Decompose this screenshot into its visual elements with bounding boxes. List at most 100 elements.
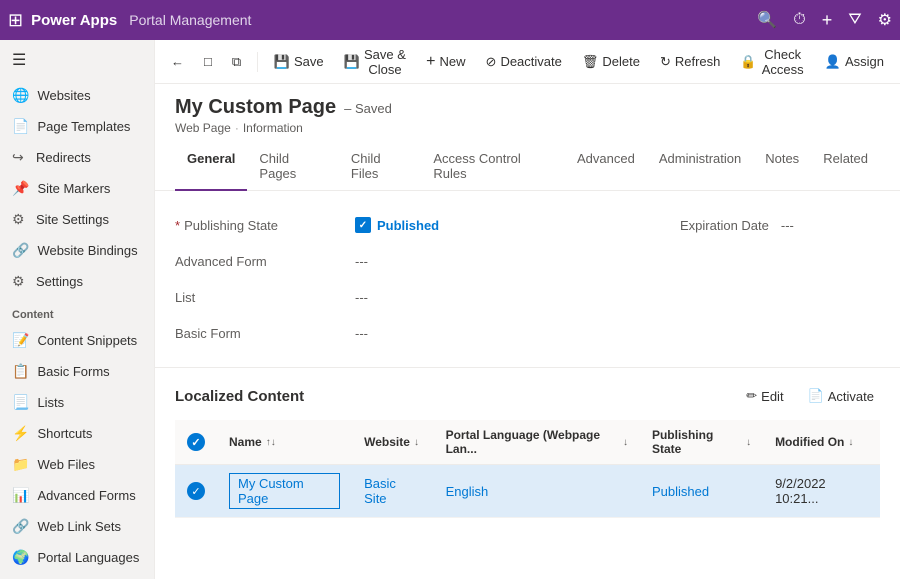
edit-icon: ✏ <box>746 388 757 404</box>
site-markers-icon: 📌 <box>12 180 29 197</box>
row-check-cell[interactable]: ✓ <box>175 465 217 518</box>
table-row[interactable]: ✓ My Custom Page Basic Site <box>175 465 880 518</box>
check-access-icon: 🔒 <box>740 54 756 70</box>
new-window-button[interactable]: ⧉ <box>224 50 249 74</box>
advanced-forms-icon: 📊 <box>12 487 29 504</box>
tab-administration[interactable]: Administration <box>647 143 753 191</box>
subtitle-type: Web Page <box>175 121 231 135</box>
th-website[interactable]: Website ↓ <box>352 420 433 465</box>
tab-advanced[interactable]: Advanced <box>565 143 647 191</box>
new-icon: + <box>426 53 435 71</box>
deactivate-button[interactable]: ⊘ Deactivate <box>478 50 570 74</box>
list-label: List <box>175 290 355 305</box>
save-close-button[interactable]: 💾 Save & Close <box>336 43 415 81</box>
th-name[interactable]: Name ↑↓ <box>217 420 352 465</box>
expiration-section: Expiration Date --- <box>680 218 880 233</box>
select-all-check[interactable]: ✓ <box>187 433 205 451</box>
check-access-button[interactable]: 🔒 Check Access <box>732 43 812 81</box>
tab-child-pages[interactable]: Child Pages <box>247 143 339 191</box>
settings-icon[interactable]: ⚙ <box>878 10 892 30</box>
localized-title: Localized Content <box>175 388 740 405</box>
th-publishing-state[interactable]: Publishing State ↓ <box>640 420 763 465</box>
hamburger-icon[interactable]: ☰ <box>0 40 154 80</box>
sidebar-item-portal-languages[interactable]: 🌍 Portal Languages <box>0 542 154 573</box>
tab-access-control[interactable]: Access Control Rules <box>421 143 565 191</box>
advanced-form-value: --- <box>355 254 880 269</box>
website-sort-icon: ↓ <box>414 437 419 448</box>
sidebar-item-page-templates[interactable]: 📄 Page Templates <box>0 111 154 142</box>
sidebar-item-advanced-forms[interactable]: 📊 Advanced Forms <box>0 480 154 511</box>
top-bar: ⊞ Power Apps Portal Management 🔍 ⏱ + ⛛ ⚙ <box>0 0 900 40</box>
sidebar-item-web-files[interactable]: 📁 Web Files <box>0 449 154 480</box>
tab-general[interactable]: General <box>175 143 247 191</box>
basic-form-value: --- <box>355 326 880 341</box>
sidebar-item-site-markers[interactable]: 📌 Site Markers <box>0 173 154 204</box>
activate-icon: 📄 <box>808 388 824 404</box>
th-portal-language[interactable]: Portal Language (Webpage Lan... ↓ <box>434 420 640 465</box>
published-badge[interactable]: ✓ Published <box>355 217 680 233</box>
basic-form-row: Basic Form --- <box>175 315 880 351</box>
add-icon[interactable]: + <box>822 10 833 31</box>
row-modified-cell: 9/2/2022 10:21... <box>763 465 880 518</box>
deactivate-icon: ⊘ <box>486 54 497 70</box>
tab-child-files[interactable]: Child Files <box>339 143 421 191</box>
sidebar-item-lists[interactable]: 📃 Lists <box>0 387 154 418</box>
back-icon: ← <box>171 54 184 69</box>
lists-icon: 📃 <box>12 394 29 411</box>
publishing-state-row: * Publishing State ✓ Published Expiratio… <box>175 207 880 243</box>
sidebar-item-web-link-sets[interactable]: 🔗 Web Link Sets <box>0 511 154 542</box>
list-value: --- <box>355 290 880 305</box>
shortcuts-icon: ⚡ <box>12 425 29 442</box>
sidebar-item-label: Site Markers <box>37 181 110 196</box>
th-modified-on[interactable]: Modified On ↓ <box>763 420 880 465</box>
refresh-icon: ↻ <box>660 54 671 70</box>
sidebar-item-web-pages[interactable]: 📄 Web Pages <box>0 573 154 579</box>
page-view-button[interactable]: □ <box>196 50 220 73</box>
new-window-icon: ⧉ <box>232 54 241 70</box>
th-check[interactable]: ✓ <box>175 420 217 465</box>
page-subtitle: Web Page · Information <box>175 121 880 135</box>
row-check-icon[interactable]: ✓ <box>187 482 205 500</box>
tabs: General Child Pages Child Files Access C… <box>155 143 900 191</box>
page-view-icon: □ <box>204 54 212 69</box>
edit-button[interactable]: ✏ Edit <box>740 384 789 408</box>
sidebar-item-site-settings[interactable]: ⚙ Site Settings <box>0 204 154 235</box>
activate-button[interactable]: 📄 Activate <box>802 384 880 408</box>
list-dash: --- <box>355 290 368 305</box>
refresh-icon[interactable]: ⏱ <box>793 11 805 29</box>
sidebar-item-websites[interactable]: 🌐 Websites <box>0 80 154 111</box>
back-button[interactable]: ← <box>163 50 192 73</box>
tab-related[interactable]: Related <box>811 143 880 191</box>
assign-button[interactable]: 👤 Assign <box>817 50 892 74</box>
row-name-link[interactable]: My Custom Page <box>238 476 304 506</box>
page-title: My Custom Page <box>175 96 336 119</box>
sidebar-item-content-snippets[interactable]: 📝 Content Snippets <box>0 325 154 356</box>
sidebar-item-basic-forms[interactable]: 📋 Basic Forms <box>0 356 154 387</box>
filter-icon[interactable]: ⛛ <box>848 11 861 29</box>
publishing-state-label: * Publishing State <box>175 218 355 233</box>
view-label[interactable]: Information <box>243 121 303 135</box>
sidebar-item-settings[interactable]: ⚙ Settings <box>0 266 154 297</box>
save-close-icon: 💾 <box>344 54 360 70</box>
save-button[interactable]: 💾 Save <box>266 50 332 74</box>
main-content: ← □ ⧉ 💾 Save 💾 Save & Close + New ⊘ <box>155 40 900 579</box>
refresh-button[interactable]: ↻ Refresh <box>652 50 728 74</box>
saved-label: – Saved <box>344 101 392 116</box>
localized-table: ✓ Name ↑↓ Website <box>175 420 880 518</box>
content-area: * Publishing State ✓ Published Expiratio… <box>155 191 900 579</box>
grid-icon[interactable]: ⊞ <box>8 10 23 31</box>
sidebar-item-label: Site Settings <box>36 212 109 227</box>
row-website-link[interactable]: Basic Site <box>364 476 396 506</box>
search-icon[interactable]: 🔍 <box>757 10 777 30</box>
tab-notes[interactable]: Notes <box>753 143 811 191</box>
app-name: Power Apps <box>31 12 117 29</box>
sidebar-item-website-bindings[interactable]: 🔗 Website Bindings <box>0 235 154 266</box>
sidebar-item-redirects[interactable]: ↪ Redirects <box>0 142 154 173</box>
new-record-button[interactable]: + New <box>418 49 473 75</box>
sidebar: ☰ 🌐 Websites 📄 Page Templates ↪ Redirect… <box>0 40 155 579</box>
row-pub-state-link[interactable]: Published <box>652 484 709 499</box>
sidebar-item-shortcuts[interactable]: ⚡ Shortcuts <box>0 418 154 449</box>
sidebar-item-label: Page Templates <box>37 119 130 134</box>
row-language-link[interactable]: English <box>446 484 489 499</box>
delete-button[interactable]: 🗑 Delete <box>574 50 648 74</box>
